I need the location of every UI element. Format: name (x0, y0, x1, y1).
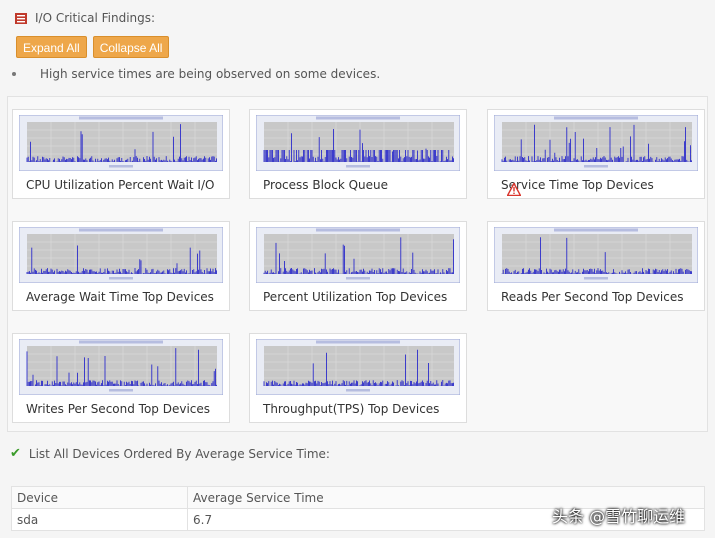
chart-card-throughput-tps[interactable]: Throughput(TPS) Top Devices (249, 333, 467, 423)
chart-caption: Throughput(TPS) Top Devices (263, 402, 440, 416)
device-list-header: ✔ List All Devices Ordered By Average Se… (10, 446, 330, 461)
findings-header: I/O Critical Findings: (15, 10, 155, 26)
bullet-dot (12, 72, 16, 76)
device-cell: sda (11, 508, 188, 531)
chart-thumbnail (256, 115, 460, 171)
collapse-all-button[interactable]: Collapse All (92, 36, 170, 58)
finding-text: High service times are being observed on… (40, 67, 381, 81)
chart-caption: Percent Utilization Top Devices (263, 290, 448, 304)
findings-title: I/O Critical Findings: (35, 11, 156, 25)
chart-card-process-block-queue[interactable]: Process Block Queue (249, 109, 467, 199)
chart-card-average-wait-time[interactable]: Average Wait Time Top Devices (12, 221, 230, 311)
column-header-device: Device (11, 486, 188, 509)
chart-thumbnail (19, 227, 223, 283)
charts-panel: CPU Utilization Percent Wait I/O Process… (7, 96, 708, 432)
chart-caption: Average Wait Time Top Devices (26, 290, 214, 304)
chart-card-percent-utilization[interactable]: Percent Utilization Top Devices (249, 221, 467, 311)
chart-caption: Process Block Queue (263, 178, 389, 192)
chart-thumbnail (494, 115, 698, 171)
chart-card-writes-per-second[interactable]: Writes Per Second Top Devices (12, 333, 230, 423)
expand-all-button[interactable]: Expand All (16, 36, 87, 58)
report-icon (15, 12, 27, 24)
finding-item: High service times are being observed on… (12, 67, 380, 81)
chart-card-reads-per-second[interactable]: Reads Per Second Top Devices (487, 221, 705, 311)
chart-thumbnail (19, 339, 223, 395)
chart-thumbnail (19, 115, 223, 171)
chart-thumbnail (256, 227, 460, 283)
device-list-label: List All Devices Ordered By Average Serv… (28, 446, 330, 461)
chart-card-service-time[interactable]: Service Time Top Devices (487, 109, 705, 199)
chart-caption: CPU Utilization Percent Wait I/O (26, 178, 215, 192)
chart-caption: Service Time Top Devices (501, 178, 654, 192)
chart-thumbnail (494, 227, 698, 283)
chart-caption: Writes Per Second Top Devices (26, 402, 211, 416)
warning-icon (507, 183, 521, 196)
check-icon: ✔ (10, 446, 21, 461)
chart-card-cpu-wait-io[interactable]: CPU Utilization Percent Wait I/O (12, 109, 230, 199)
watermark-text: 头条 @雪竹聊运维 (552, 507, 686, 526)
chart-caption: Reads Per Second Top Devices (501, 290, 684, 304)
chart-thumbnail (256, 339, 460, 395)
